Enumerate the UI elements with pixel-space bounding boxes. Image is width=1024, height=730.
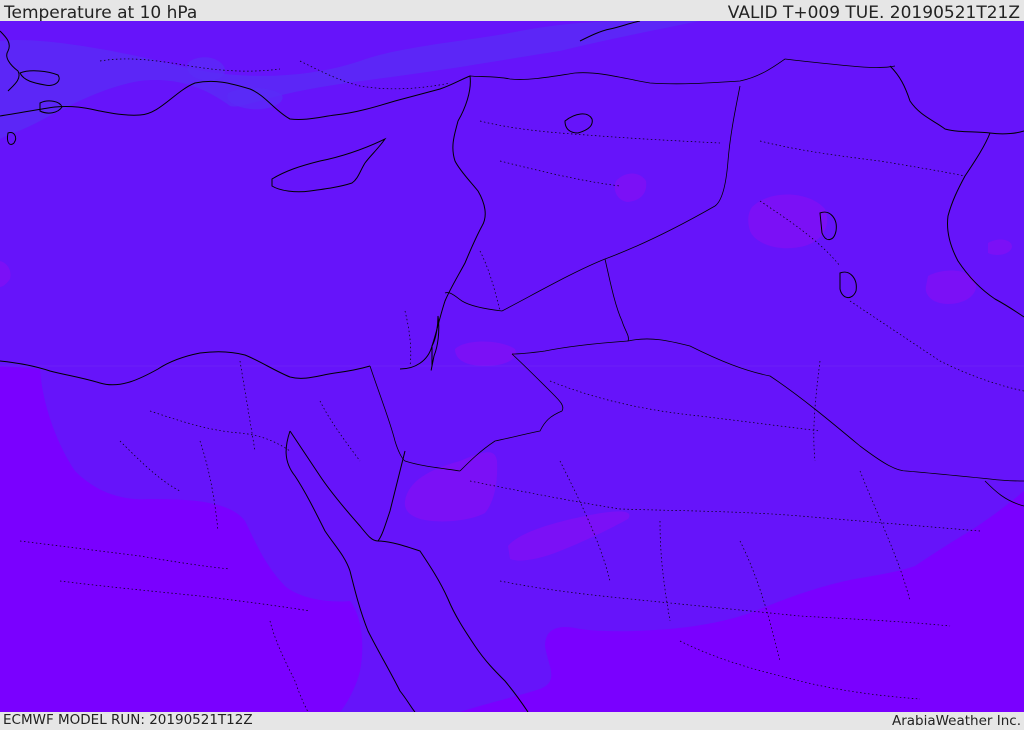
map-header: Temperature at 10 hPa VALID T+009 TUE. 2… — [0, 0, 1024, 23]
credit-label: ArabiaWeather Inc. — [891, 713, 1021, 729]
map-canvas — [0, 21, 1024, 712]
temperature-map[interactable] — [0, 21, 1024, 712]
map-footer: ECMWF MODEL RUN: 20190521T12Z ArabiaWeat… — [0, 712, 1024, 729]
warm-patch-iraq — [748, 194, 828, 249]
map-title: Temperature at 10 hPa — [4, 3, 198, 23]
valid-time: VALID T+009 TUE. 20190521T21Z — [727, 3, 1020, 23]
model-run-label: ECMWF MODEL RUN: 20190521T12Z — [3, 712, 253, 728]
